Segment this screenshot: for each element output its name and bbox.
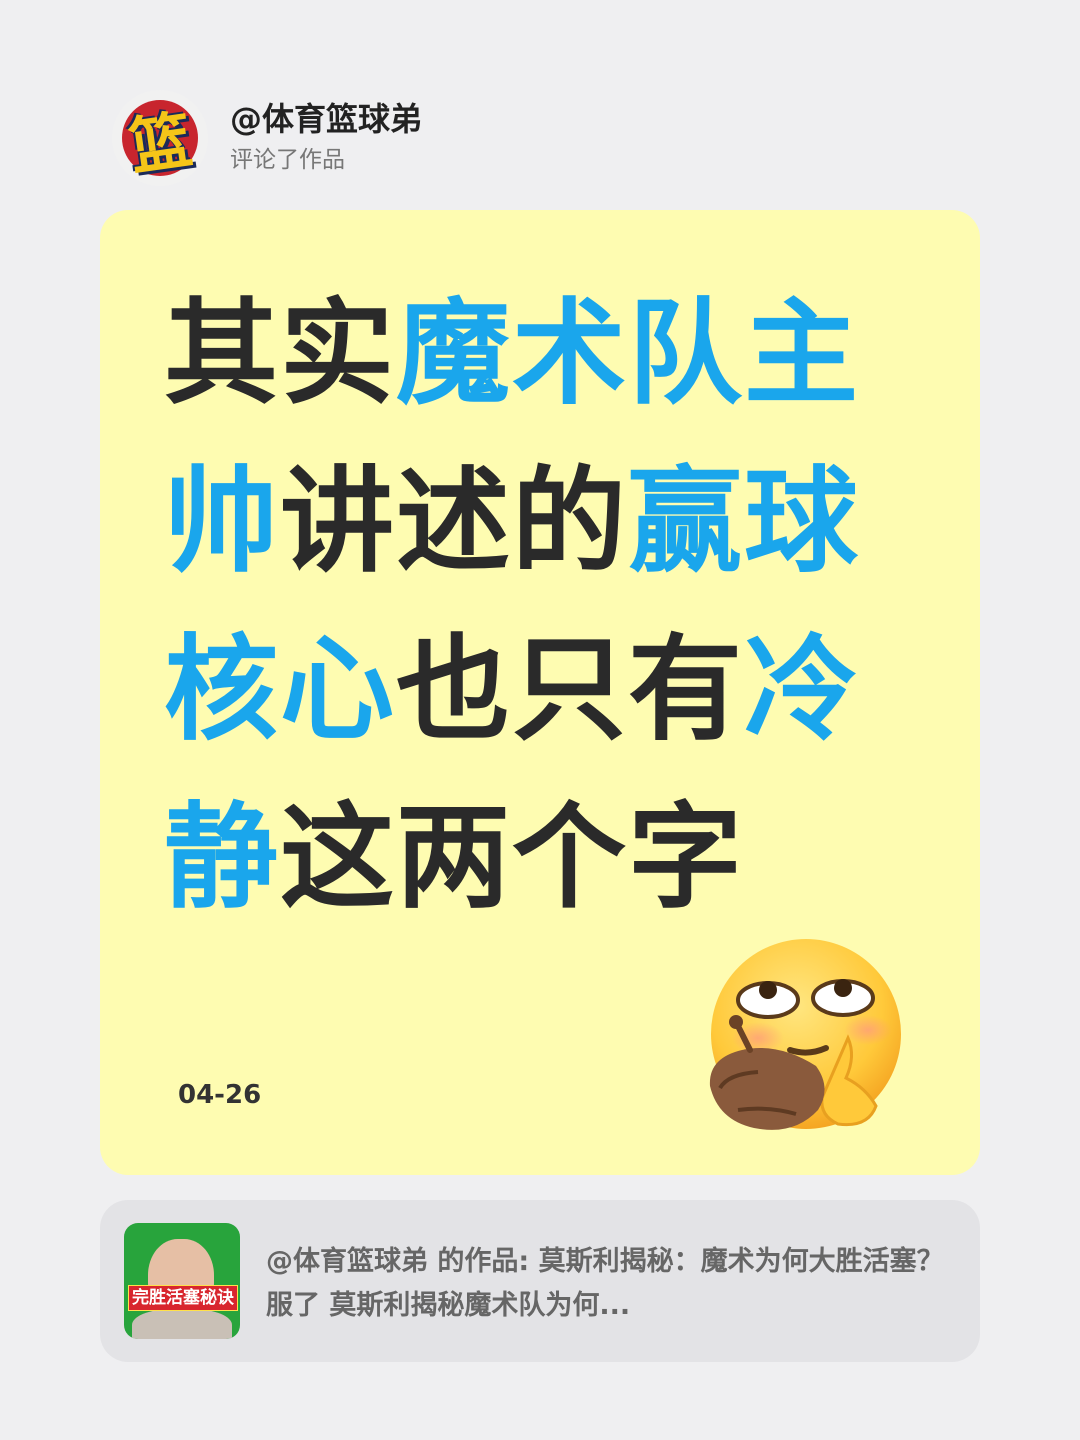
headline-highlight: 静: [164, 791, 281, 924]
avatar[interactable]: 篮: [112, 90, 208, 186]
headline-highlight: 帅: [164, 455, 281, 588]
headline-highlight: 冷: [744, 623, 861, 756]
headline-text: 也只有: [396, 623, 745, 756]
headline-text: 讲述的: [280, 455, 629, 588]
comment-headline: 其实魔术队主 帅讲述的赢球 核心也只有冷 静这两个字: [164, 270, 954, 942]
headline-highlight: 赢球: [628, 455, 861, 588]
avatar-logo-char: 篮: [124, 102, 197, 184]
comment-header: 篮 @体育篮球弟 评论了作品: [112, 90, 422, 186]
headline-text: 其实: [164, 287, 397, 420]
thumbnail-caption: 完胜活塞秘诀: [128, 1285, 238, 1311]
header-text: @体育篮球弟 评论了作品: [230, 99, 422, 177]
thinking-eye-roll-emoji: [709, 939, 901, 1130]
headline-line: 帅讲述的赢球: [164, 438, 954, 606]
linked-work-card[interactable]: 完胜活塞秘诀 @体育篮球弟 的作品: 莫斯利揭秘：魔术为何大胜活塞？服了 莫斯利…: [100, 1200, 980, 1362]
headline-line: 核心也只有冷: [164, 606, 954, 774]
headline-text: 这两个字: [280, 791, 745, 924]
headline-highlight: 魔术队主: [396, 287, 861, 420]
username[interactable]: @体育篮球弟: [230, 99, 422, 139]
action-label: 评论了作品: [230, 147, 345, 173]
headline-highlight: 核心: [164, 623, 397, 756]
thumbnail-shirt: [132, 1309, 232, 1339]
comment-date: 04-26: [178, 1080, 262, 1110]
linked-work-text[interactable]: @体育篮球弟 的作品: 莫斯利揭秘：魔术为何大胜活塞？服了 莫斯利揭秘魔术队为何…: [266, 1240, 956, 1328]
video-thumbnail[interactable]: 完胜活塞秘诀: [124, 1223, 240, 1339]
headline-line: 静这两个字: [164, 774, 954, 942]
comment-card: 其实魔术队主 帅讲述的赢球 核心也只有冷 静这两个字 04-26: [100, 210, 980, 1175]
headline-line: 其实魔术队主: [164, 270, 954, 438]
